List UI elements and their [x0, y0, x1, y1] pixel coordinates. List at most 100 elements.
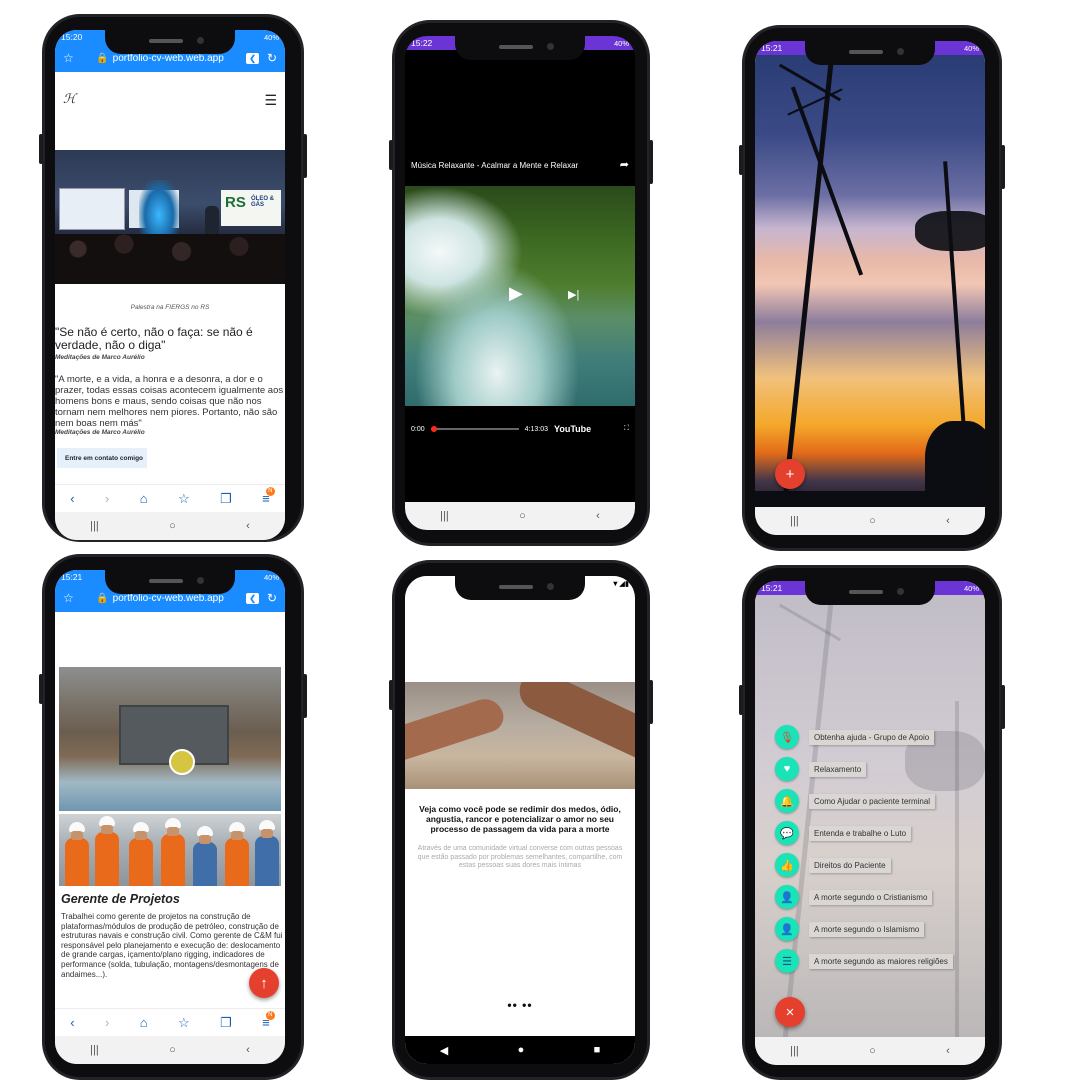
video-timeline[interactable]: 0:00 4:13:03 YouTube ⛶: [411, 422, 629, 436]
time-total: 4:13:03: [524, 425, 548, 433]
bell-icon: 🔔: [775, 789, 799, 813]
mic-icon: 🎙: [775, 725, 799, 749]
android-nav-bar: ||| ○ ‹: [405, 502, 635, 530]
browser-menu-icon[interactable]: ≡: [262, 487, 275, 506]
add-icon: +: [785, 465, 795, 483]
tabs-icon[interactable]: ❐: [220, 491, 232, 507]
screen-main-menu: 15:21 40% 🎙 Obtenha ajuda - Grupo de Apo…: [755, 581, 985, 1065]
menu-item-help-terminal-patient[interactable]: 🔔 Como Ajudar o paciente terminal: [775, 789, 936, 813]
home-nav-icon[interactable]: ○: [169, 1044, 176, 1056]
status-battery: 40%: [263, 572, 279, 582]
onboarding-subtitle: Através de uma comunidade virtual conver…: [417, 845, 623, 869]
back-nav-icon[interactable]: ◀: [440, 1044, 448, 1057]
url-text[interactable]: portfolio-cv-web.web.app: [113, 53, 224, 64]
contact-button[interactable]: Entre em contato comigo: [57, 448, 147, 468]
share-icon[interactable]: ➦: [620, 158, 629, 171]
signal-icon: ▼◢▮: [611, 578, 629, 588]
android-nav-bar: ||| ○ ‹: [55, 512, 285, 540]
recents-icon[interactable]: |||: [440, 510, 449, 522]
workers-photo: [59, 814, 281, 886]
star-icon[interactable]: ☆: [63, 51, 74, 65]
arrow-up-icon: ↑: [260, 974, 268, 992]
menu-item-label: Direitos do Paciente: [809, 857, 891, 873]
heart-pulse-icon: ♥: [775, 757, 799, 781]
screen-portfolio-home: 15:20 40% ☆ 🔒 portfolio-cv-web.web.app ❮ …: [55, 30, 285, 540]
status-time: 15:21: [761, 43, 783, 53]
play-icon[interactable]: ▶: [509, 283, 523, 304]
quote-paragraph: "A morte, e a vida, a honra e a desonra,…: [55, 374, 284, 429]
seek-bar[interactable]: [430, 426, 519, 432]
screen-video-player: 15:22 40% Música Relaxante - Acalmar a M…: [405, 36, 635, 530]
phone-1: 15:20 40% ☆ 🔒 portfolio-cv-web.web.app ❮ …: [39, 14, 307, 542]
back-icon[interactable]: ‹: [70, 1015, 74, 1030]
bookmarks-icon[interactable]: ☆: [178, 1015, 190, 1031]
close-icon: ×: [785, 1003, 795, 1021]
close-fab-button[interactable]: ×: [775, 997, 805, 1027]
back-nav-icon[interactable]: ‹: [946, 515, 950, 527]
menu-item-support-group[interactable]: 🎙 Obtenha ajuda - Grupo de Apoio: [775, 725, 935, 749]
home-icon[interactable]: ⌂: [140, 1015, 148, 1030]
recents-icon[interactable]: |||: [790, 1045, 799, 1057]
youtube-logo[interactable]: YouTube: [554, 424, 591, 434]
back-nav-icon[interactable]: ‹: [596, 510, 600, 522]
menu-item-label: A morte segundo as maiores religiões: [809, 953, 953, 969]
back-icon[interactable]: ‹: [70, 491, 74, 506]
menu-item-label: Relaxamento: [809, 761, 867, 777]
fullscreen-icon[interactable]: ⛶: [624, 425, 629, 433]
reader-mode-icon[interactable]: ❮: [246, 592, 259, 604]
lock-icon: 🔒: [96, 52, 109, 64]
site-logo[interactable]: ℋ: [63, 92, 76, 107]
status-battery: 40%: [963, 43, 979, 53]
menu-item-islam[interactable]: 👤 A morte segundo o Islamismo: [775, 917, 925, 941]
scroll-top-fab-button[interactable]: ↑: [249, 968, 279, 998]
forward-icon[interactable]: ›: [105, 1015, 109, 1030]
phone-3: 15:21 40% + ||| ○ ‹: [739, 25, 1005, 551]
screen-onboarding: ▼◢▮ Veja como você pode se redimir dos m…: [405, 576, 635, 1064]
star-icon[interactable]: ☆: [63, 591, 74, 605]
paragraph-author: Meditações de Marco Aurélio: [55, 429, 145, 436]
skip-next-icon[interactable]: ▶|: [568, 288, 579, 301]
status-time: 15:21: [61, 572, 83, 582]
home-nav-icon[interactable]: ○: [869, 1045, 876, 1057]
home-nav-icon[interactable]: ○: [869, 515, 876, 527]
faded-background: [755, 581, 985, 1051]
person-icon: 👤: [775, 885, 799, 909]
menu-item-label: A morte segundo o Cristianismo: [809, 889, 933, 905]
photo-caption: Palestra na FIERGS no RS: [130, 304, 210, 311]
recents-icon[interactable]: ■: [594, 1044, 601, 1056]
hamburger-menu-icon[interactable]: ☰: [264, 92, 277, 109]
browser-menu-icon[interactable]: ≡: [262, 1011, 275, 1030]
reload-icon[interactable]: ↻: [267, 51, 277, 65]
menu-item-relaxation[interactable]: ♥ Relaxamento: [775, 757, 867, 781]
bookmarks-icon[interactable]: ☆: [178, 491, 190, 507]
recents-icon[interactable]: |||: [90, 520, 99, 532]
status-time: 15:21: [761, 583, 783, 593]
lock-icon: 🔒: [96, 592, 109, 604]
menu-item-label: Como Ajudar o paciente terminal: [809, 793, 936, 809]
status-battery: 40%: [963, 583, 979, 593]
tabs-icon[interactable]: ❐: [220, 1015, 232, 1031]
menu-item-patient-rights[interactable]: 👍 Direitos do Paciente: [775, 853, 891, 877]
browser-toolbar: ‹ › ⌂ ☆ ❐ ≡: [55, 1008, 285, 1036]
menu-item-major-religions[interactable]: ☰ A morte segundo as maiores religiões: [775, 949, 953, 973]
back-nav-icon[interactable]: ‹: [946, 1045, 950, 1057]
back-nav-icon[interactable]: ‹: [246, 1044, 250, 1056]
home-nav-icon[interactable]: ○: [169, 520, 176, 532]
back-nav-icon[interactable]: ‹: [246, 520, 250, 532]
forward-icon[interactable]: ›: [105, 491, 109, 506]
menu-item-christianity[interactable]: 👤 A morte segundo o Cristianismo: [775, 885, 933, 909]
home-nav-icon[interactable]: ●: [518, 1044, 525, 1056]
phone-2: 15:22 40% Música Relaxante - Acalmar a M…: [389, 20, 653, 546]
recents-icon[interactable]: |||: [90, 1044, 99, 1056]
phone-6: 15:21 40% 🎙 Obtenha ajuda - Grupo de Apo…: [739, 565, 1005, 1080]
home-icon[interactable]: ⌂: [140, 491, 148, 506]
url-text[interactable]: portfolio-cv-web.web.app: [113, 593, 224, 604]
add-fab-button[interactable]: +: [775, 459, 805, 489]
onboarding-title: Veja como você pode se redimir dos medos…: [419, 804, 621, 834]
recents-icon[interactable]: |||: [790, 515, 799, 527]
page-indicator[interactable]: •• ••: [405, 998, 635, 1012]
reload-icon[interactable]: ↻: [267, 591, 277, 605]
menu-item-grief[interactable]: 💬 Entenda e trabalhe o Luto: [775, 821, 912, 845]
reader-mode-icon[interactable]: ❮: [246, 52, 259, 64]
home-nav-icon[interactable]: ○: [519, 510, 526, 522]
